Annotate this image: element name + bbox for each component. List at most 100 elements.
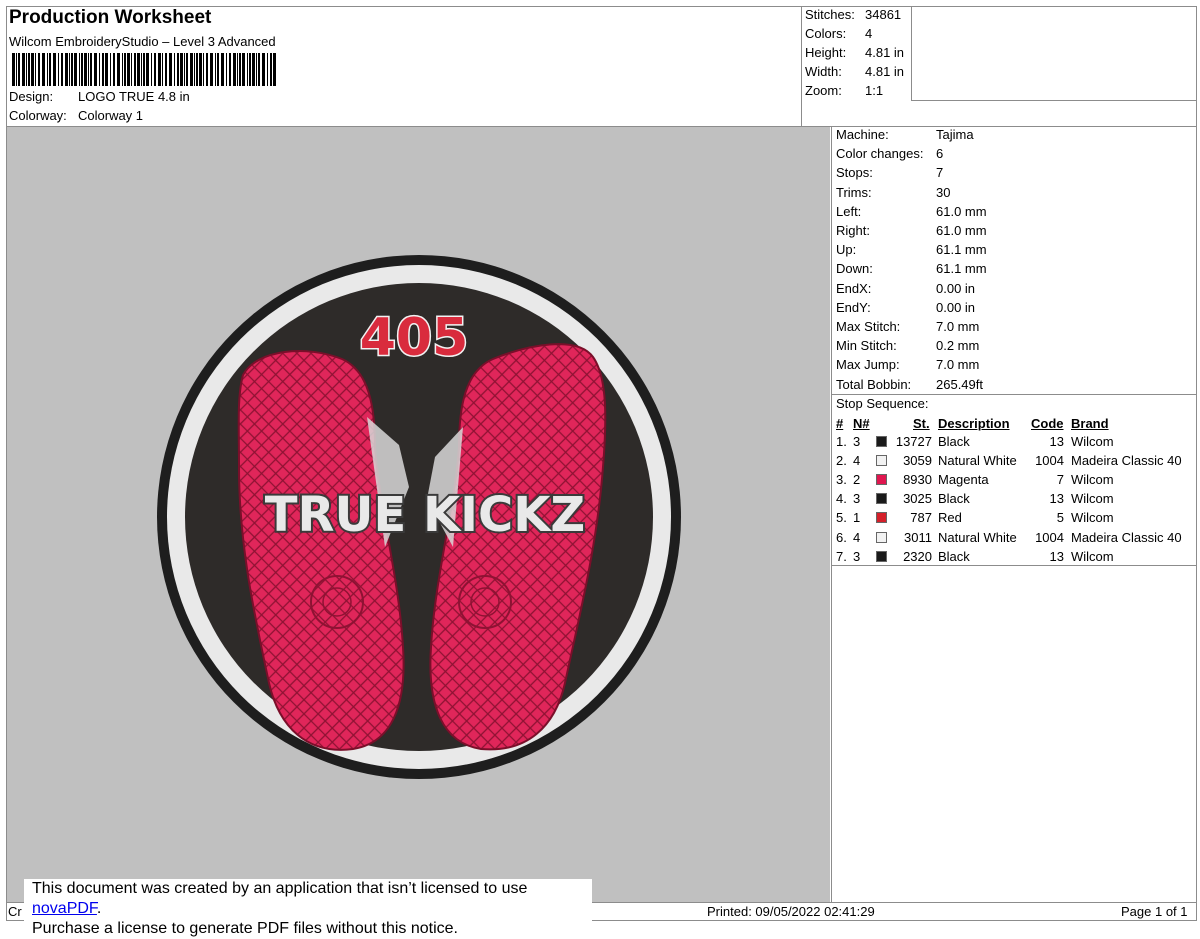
stop-description: Natural White: [938, 529, 1017, 545]
machine-label: Down:: [836, 261, 873, 277]
stop-description: Black: [938, 548, 970, 564]
width-row: Width: 4.81 in: [805, 62, 904, 81]
machine-value: 61.1 mm: [936, 242, 987, 258]
stop-needle: 4: [853, 529, 861, 545]
design-preview: 405 TRUE KICKZ: [7, 127, 830, 902]
stop-code: 13: [1049, 434, 1064, 449]
color-swatch: [876, 474, 887, 486]
footer-created-text: Cr: [8, 904, 22, 919]
colors-row: Colors: 4: [805, 24, 872, 43]
colorway-label: Colorway:: [9, 108, 67, 123]
stop-code: 13: [1049, 548, 1064, 564]
stop-stitches: 3011: [904, 529, 932, 545]
design-value: LOGO TRUE 4.8 in: [78, 89, 190, 104]
stop-stitches: 2320: [903, 548, 932, 564]
col-header-n: N#: [853, 416, 870, 431]
stop-needle: 2: [853, 472, 861, 488]
stop-index: 3.: [836, 472, 847, 488]
machine-label: Left:: [836, 203, 862, 219]
stop-code: 1004: [1035, 529, 1064, 545]
color-swatch: [876, 493, 887, 505]
stop-index: 2.: [836, 453, 847, 469]
barcode-image: [12, 53, 280, 86]
stitches-label: Stitches:: [805, 7, 855, 22]
machine-value: 30: [936, 184, 951, 200]
stop-row: 3. 2 8930 Magenta 7 Wilcom: [836, 470, 1196, 489]
stop-row: 7. 3 2320 Black 13 Wilcom: [836, 547, 1196, 566]
header-split: [801, 6, 802, 127]
stitches-row: Stitches: 34861: [805, 5, 901, 24]
embroidery-design: 405 TRUE KICKZ: [157, 255, 681, 779]
right-border: [1196, 6, 1197, 921]
col-header-st: St.: [913, 416, 930, 431]
stop-row: 6. 4 3011 Natural White 1004 Madeira Classic …: [836, 528, 1196, 547]
stop-code: 7: [1056, 472, 1064, 488]
stop-description: Red: [938, 510, 962, 526]
stop-brand: Wilcom: [1071, 491, 1114, 507]
page-title: Production Worksheet: [9, 7, 212, 28]
stop-stitches: 13727: [895, 434, 932, 449]
machine-value: 0.00 in: [936, 280, 976, 296]
stop-row: 5. 1 787 Red 5 Wilcom: [836, 508, 1196, 527]
machine-label: Right:: [836, 223, 870, 238]
page-number: Page 1 of 1: [1121, 904, 1188, 919]
stop-sequence-label: Stop Sequence:: [836, 396, 929, 411]
novapdf-link[interactable]: novaPDF: [32, 900, 97, 917]
design-label: Design:: [9, 89, 54, 104]
machine-label: Color changes:: [836, 146, 924, 162]
summary-split: [911, 6, 912, 100]
panel-split: [831, 126, 832, 903]
machine-label: Total Bobbin:: [836, 376, 912, 392]
height-label: Height:: [805, 45, 847, 60]
machine-value: 0.00 in: [936, 299, 976, 315]
summary-bottom: [911, 100, 1196, 101]
stop-brand: Madeira Classic 40: [1071, 529, 1182, 545]
printed-timestamp: Printed: 09/05/2022 02:41:29: [707, 904, 875, 919]
stitches-value: 34861: [865, 7, 902, 22]
stop-stitches: 8930: [903, 472, 932, 488]
color-swatch: [876, 550, 887, 562]
zoom-row: Zoom: 1:1: [805, 81, 883, 100]
stop-stitches: 787: [910, 510, 932, 526]
stop-description: Magenta: [938, 472, 989, 488]
color-swatch: [876, 512, 887, 524]
stop-index: 5.: [836, 510, 847, 526]
notice-purchase-text: Purchase a license to generate PDF files…: [32, 920, 458, 937]
colors-value: 4: [865, 26, 873, 41]
zoom-label: Zoom:: [805, 83, 842, 98]
stop-needle: 3: [853, 491, 861, 507]
stop-row: 2. 4 3059 Natural White 1004 Madeira Classic …: [836, 451, 1196, 470]
stop-code: 5: [1056, 510, 1064, 526]
machine-value: 7.0 mm: [936, 357, 980, 373]
stop-row: 4. 3 3025 Black 13 Wilcom: [836, 489, 1196, 508]
stop-description: Natural White: [938, 453, 1017, 469]
machine-label: EndX:: [836, 280, 872, 296]
stop-code: 13: [1049, 491, 1064, 507]
stop-needle: 4: [853, 453, 861, 469]
stop-index: 4.: [836, 491, 847, 507]
height-row: Height: 4.81 in: [805, 43, 904, 62]
height-value: 4.81 in: [865, 45, 905, 60]
stop-code: 1004: [1035, 453, 1064, 469]
stop-row: 1. 3 13727 Black 13 Wilcom: [836, 432, 1196, 451]
zoom-value: 1:1: [865, 83, 884, 98]
stop-brand: Wilcom: [1071, 510, 1114, 526]
machine-value: 7: [936, 165, 944, 181]
stop-description: Black: [938, 434, 970, 449]
notice-text: This document was created by an applicat…: [32, 880, 528, 897]
stop-description: Black: [938, 491, 970, 507]
col-header-num: #: [836, 416, 844, 431]
col-header-brand: Brand: [1071, 416, 1109, 431]
license-notice: This document was created by an applicat…: [24, 879, 592, 937]
notice-period: .: [96, 900, 102, 917]
color-swatch: [876, 455, 887, 467]
machine-value: 265.49ft: [936, 376, 983, 392]
stop-stitches: 3059: [903, 453, 932, 469]
machine-value: 0.2 mm: [936, 338, 980, 354]
stop-brand: Wilcom: [1071, 434, 1114, 449]
machine-divider: [831, 394, 1196, 395]
stop-index: 7.: [836, 548, 847, 564]
width-value: 4.81 in: [865, 64, 905, 79]
machine-value: 61.1 mm: [936, 261, 987, 277]
machine-label: Stops:: [836, 165, 873, 181]
